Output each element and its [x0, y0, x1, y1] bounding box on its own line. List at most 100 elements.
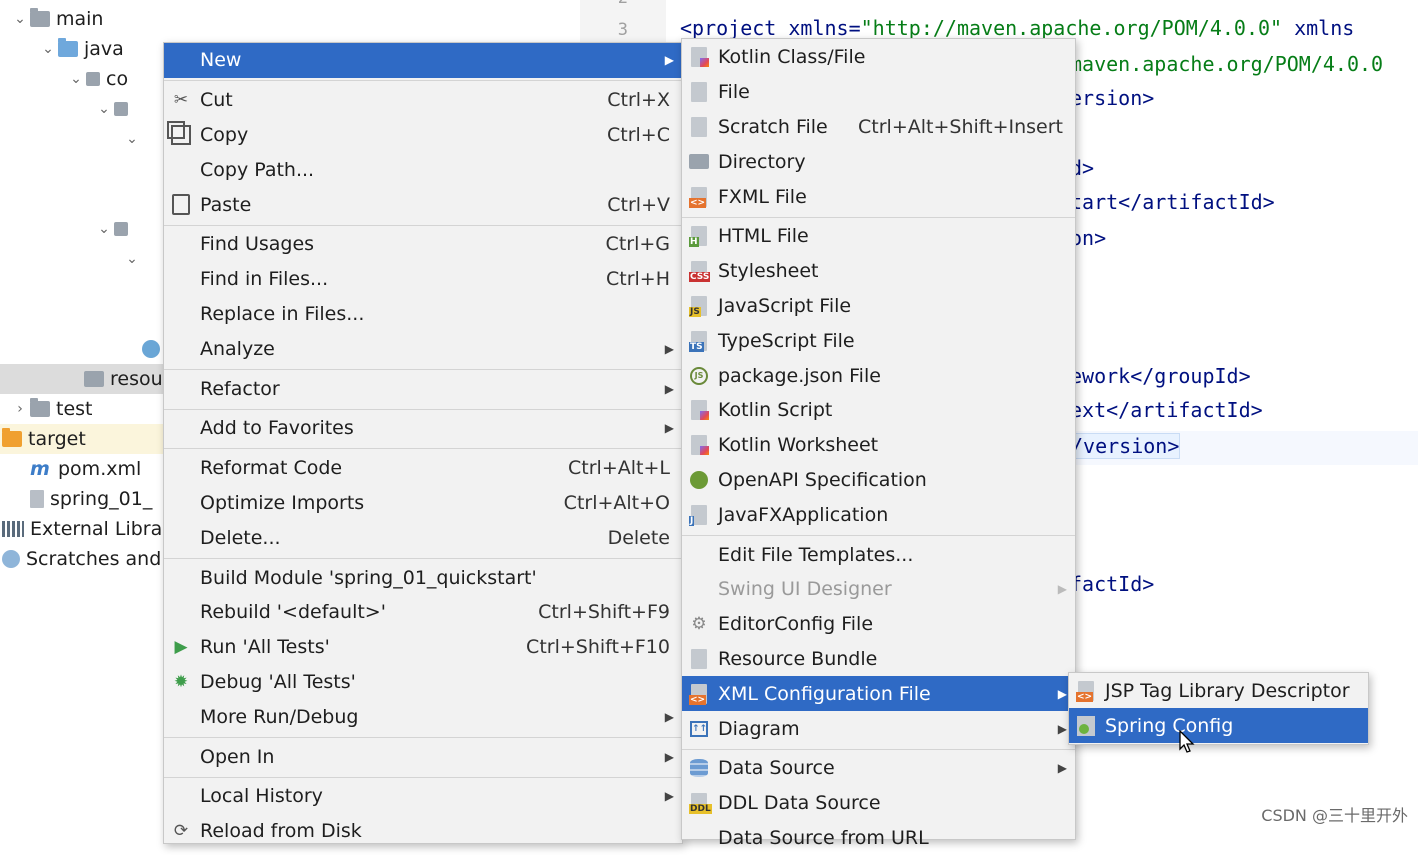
menu-item-reformat-code[interactable]: Reformat Code Ctrl+Alt+L: [164, 451, 682, 486]
code-line[interactable]: /version>: [1070, 433, 1181, 459]
menu-item-rebuild-default[interactable]: Rebuild '<default>' Ctrl+Shift+F9: [164, 595, 682, 630]
menu-item-label: Kotlin Class/File: [718, 46, 866, 69]
menu-item-cut[interactable]: ✂ Cut Ctrl+X: [164, 83, 682, 118]
menu-item-openapi-specification[interactable]: OpenAPI Specification: [682, 463, 1075, 498]
menu-item-scratch-file[interactable]: Scratch File Ctrl+Alt+Shift+Insert: [682, 110, 1075, 145]
menu-item-fxml-file[interactable]: <> FXML File: [682, 179, 1075, 214]
tree-expand-arrow-icon[interactable]: ⌄: [122, 251, 142, 267]
tree-item[interactable]: ›target: [0, 424, 165, 454]
menu-item-data-source-from-url[interactable]: Data Source from URL: [682, 821, 1075, 855]
menu-item-label: Scratch File: [718, 115, 828, 138]
menu-item-analyze[interactable]: Analyze ▶: [164, 331, 682, 366]
code-line[interactable]: tart</artifactId>: [1070, 190, 1275, 214]
menu-item-refactor[interactable]: Refactor ▶: [164, 371, 682, 406]
database-icon: [688, 757, 710, 779]
tree-expand-arrow-icon[interactable]: ›: [10, 401, 30, 417]
tree-item-label: java: [84, 38, 124, 60]
menu-item-reload-from-disk[interactable]: ⟳ Reload from Disk: [164, 814, 682, 849]
menu-item-paste[interactable]: Paste Ctrl+V: [164, 187, 682, 222]
menu-item-label: TypeScript File: [718, 329, 855, 352]
menu-item-editorconfig-file[interactable]: ⚙ EditorConfig File: [682, 607, 1075, 642]
menu-item-label: Open In: [200, 745, 275, 768]
menu-separator: [164, 736, 682, 738]
menu-item-jsp-tag-library-descriptor[interactable]: <> JSP Tag Library Descriptor: [1069, 673, 1368, 708]
menu-item-ddl-data-source[interactable]: DDL DDL Data Source: [682, 786, 1075, 821]
menu-item-kotlin-worksheet[interactable]: Kotlin Worksheet: [682, 428, 1075, 463]
menu-item-html-file[interactable]: H HTML File: [682, 219, 1075, 254]
xml-file-icon: <>: [688, 683, 710, 705]
menu-item-spring-config[interactable]: Spring Config: [1069, 708, 1368, 743]
menu-item-local-history[interactable]: Local History ▶: [164, 779, 682, 814]
code-line[interactable]: ersion>: [1070, 86, 1154, 110]
tree-expand-arrow-icon[interactable]: ⌄: [94, 221, 114, 237]
menu-item-kotlin-script[interactable]: Kotlin Script: [682, 393, 1075, 428]
menu-item-label: Local History: [200, 785, 323, 808]
menu-item-typescript-file[interactable]: TS TypeScript File: [682, 323, 1075, 358]
menu-item-new[interactable]: New ▶: [164, 43, 682, 78]
menu-item-directory[interactable]: Directory: [682, 144, 1075, 179]
code-line[interactable]: maven.apache.org/POM/4.0.0: [1070, 52, 1383, 76]
menu-item-copy-path[interactable]: Copy Path...: [164, 152, 682, 187]
menu-item-optimize-imports[interactable]: Optimize Imports Ctrl+Alt+O: [164, 486, 682, 521]
menu-item-label: Kotlin Script: [718, 399, 833, 422]
tree-item[interactable]: ⌄ main: [0, 4, 580, 34]
menu-item-resource-bundle[interactable]: Resource Bundle: [682, 642, 1075, 677]
menu-item-copy[interactable]: Copy Ctrl+C: [164, 118, 682, 153]
context-menu: New ▶ ✂ Cut Ctrl+X Copy Ctrl+C Copy Path... Past…: [163, 42, 683, 844]
menu-separator: [682, 216, 1075, 218]
menu-item-label: Kotlin Worksheet: [718, 434, 879, 457]
menu-item-label: Debug 'All Tests': [200, 670, 356, 693]
menu-item-diagram[interactable]: ↑↑ Diagram ▶: [682, 711, 1075, 746]
menu-item-shortcut: Ctrl+Shift+F10: [526, 636, 670, 659]
menu-item-debug-all-tests[interactable]: ✹ Debug 'All Tests': [164, 665, 682, 700]
menu-item-javascript-file[interactable]: JS JavaScript File: [682, 289, 1075, 324]
javafx-icon: J: [688, 504, 710, 526]
menu-item-add-to-favorites[interactable]: Add to Favorites ▶: [164, 411, 682, 446]
code-line[interactable]: factId>: [1070, 572, 1154, 596]
code-token: xmlns: [1282, 16, 1355, 40]
menu-item-more-run-debug[interactable]: More Run/Debug ▶: [164, 699, 682, 734]
submenu-arrow-icon: ▶: [664, 381, 674, 396]
code-line[interactable]: ework</groupId>: [1070, 364, 1251, 388]
menu-item-delete[interactable]: Delete... Delete: [164, 520, 682, 555]
menu-item-edit-file-templates[interactable]: Edit File Templates...: [682, 537, 1075, 572]
code-token: ersion>: [1070, 86, 1155, 110]
menu-item-run-all-tests[interactable]: ▶ Run 'All Tests' Ctrl+Shift+F10: [164, 630, 682, 665]
menu-item-replace-in-files[interactable]: Replace in Files...: [164, 297, 682, 332]
menu-item-file[interactable]: File: [682, 75, 1075, 110]
menu-item-build-module-spring-01-quickstart[interactable]: Build Module 'spring_01_quickstart': [164, 560, 682, 595]
code-line[interactable]: ext</artifactId>: [1070, 398, 1263, 422]
tree-expand-arrow-icon[interactable]: ⌄: [10, 11, 30, 27]
menu-item-label: Add to Favorites: [200, 417, 354, 440]
submenu-arrow-icon: ▶: [1057, 761, 1067, 776]
reload-icon: ⟳: [173, 821, 189, 842]
menu-item-find-in-files[interactable]: Find in Files... Ctrl+H: [164, 262, 682, 297]
menu-item-label: Copy: [200, 123, 249, 146]
menu-item-stylesheet[interactable]: CSS Stylesheet: [682, 254, 1075, 289]
menu-item-label: JavaScript File: [718, 294, 852, 317]
menu-item-kotlin-class-file[interactable]: Kotlin Class/File: [682, 40, 1075, 75]
code-token: /version>: [1070, 433, 1181, 459]
menu-item-label: Rebuild '<default>': [200, 601, 386, 624]
tree-item-label: target: [28, 428, 86, 450]
tree-expand-arrow-icon[interactable]: ⌄: [38, 41, 58, 57]
menu-item-find-usages[interactable]: Find Usages Ctrl+G: [164, 227, 682, 262]
code-token: ext</artifactId>: [1070, 398, 1263, 422]
package-icon: [114, 102, 128, 116]
menu-item-label: Cut: [200, 89, 233, 112]
scissors-icon: ✂: [173, 90, 189, 111]
menu-item-label: Run 'All Tests': [200, 636, 330, 659]
tree-expand-arrow-icon[interactable]: ⌄: [66, 71, 86, 87]
menu-item-label: Swing UI Designer: [718, 578, 892, 601]
menu-item-package-json-file[interactable]: JS package.json File: [682, 358, 1075, 393]
code-line[interactable]: <project xmlns="http://maven.apache.org/…: [680, 16, 1354, 40]
menu-item-data-source[interactable]: Data Source ▶: [682, 751, 1075, 786]
tree-expand-arrow-icon[interactable]: ⌄: [94, 101, 114, 117]
spring-config-icon: [1075, 715, 1097, 737]
code-token: maven.apache.org/POM/4.0.0: [1070, 52, 1384, 76]
menu-item-javafxapplication[interactable]: J JavaFXApplication: [682, 497, 1075, 532]
menu-item-open-in[interactable]: Open In ▶: [164, 739, 682, 774]
menu-item-xml-configuration-file[interactable]: <> XML Configuration File ▶: [682, 676, 1075, 712]
new-submenu: Kotlin Class/File File Scratch File Ctrl+Al…: [681, 38, 1076, 849]
tree-expand-arrow-icon[interactable]: ⌄: [122, 131, 142, 147]
